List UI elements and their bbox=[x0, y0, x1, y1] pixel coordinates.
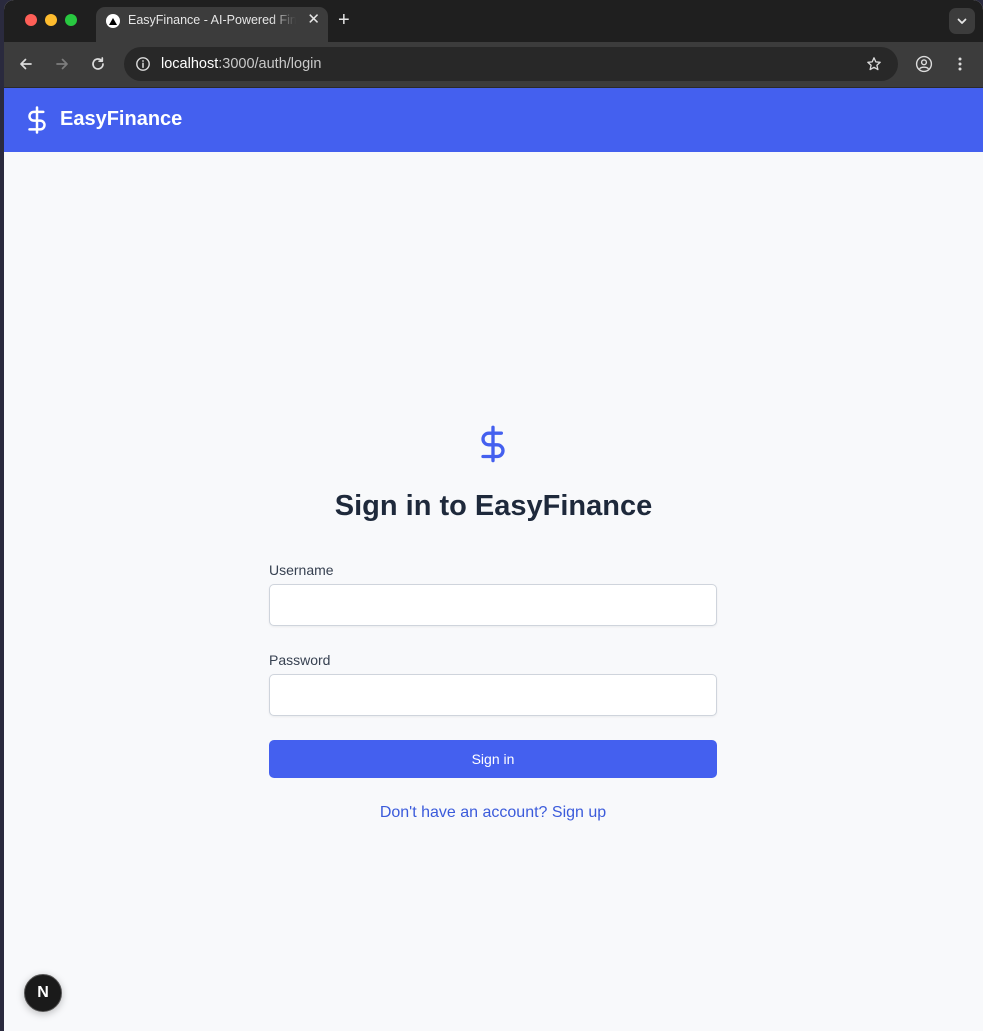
url-host: localhost bbox=[161, 56, 219, 72]
vercel-triangle-icon bbox=[106, 14, 120, 28]
reload-button[interactable] bbox=[86, 52, 110, 76]
sign-in-button[interactable]: Sign in bbox=[269, 740, 717, 778]
bookmark-star-icon[interactable] bbox=[864, 54, 884, 74]
new-tab-button[interactable]: + bbox=[338, 9, 350, 31]
address-bar[interactable]: localhost:3000/auth/login bbox=[124, 47, 898, 81]
arrow-right-icon bbox=[56, 58, 68, 70]
chevron-down-icon bbox=[957, 18, 967, 24]
profile-icon bbox=[915, 55, 933, 73]
tab-title: EasyFinance - AI-Powered Finance bbox=[128, 13, 296, 27]
password-label: Password bbox=[269, 652, 331, 668]
browser-menu-button[interactable] bbox=[948, 52, 972, 76]
forward-button[interactable] bbox=[50, 52, 74, 76]
url-path: :3000/auth/login bbox=[218, 56, 322, 72]
close-window-button[interactable] bbox=[25, 14, 37, 26]
reload-icon bbox=[92, 57, 104, 70]
url-text[interactable]: localhost:3000/auth/login bbox=[161, 56, 321, 72]
minimize-window-button[interactable] bbox=[45, 14, 57, 26]
nextjs-dev-indicator[interactable]: N bbox=[24, 974, 62, 1012]
dollar-sign-icon bbox=[28, 106, 46, 134]
tab-search-button[interactable] bbox=[949, 8, 975, 34]
back-button[interactable] bbox=[14, 52, 38, 76]
username-input[interactable] bbox=[269, 584, 717, 626]
kebab-menu-icon bbox=[958, 57, 962, 71]
browser-window: EasyFinance - AI-Powered Finance ✕ + loc… bbox=[4, 0, 983, 1031]
profile-button[interactable] bbox=[912, 52, 936, 76]
tab-close-icon[interactable]: ✕ bbox=[307, 11, 320, 29]
username-label: Username bbox=[269, 562, 334, 578]
page-title: Sign in to EasyFinance bbox=[334, 490, 653, 522]
sign-up-link[interactable]: Don't have an account? Sign up bbox=[269, 804, 717, 822]
password-input[interactable] bbox=[269, 674, 717, 716]
browser-toolbar: localhost:3000/auth/login bbox=[4, 42, 983, 88]
app-header: EasyFinance bbox=[4, 88, 983, 152]
arrow-left-icon bbox=[20, 58, 32, 70]
dollar-sign-icon bbox=[481, 425, 505, 463]
maximize-window-button[interactable] bbox=[65, 14, 77, 26]
tab-strip: EasyFinance - AI-Powered Finance ✕ + bbox=[4, 0, 983, 42]
app-name[interactable]: EasyFinance bbox=[60, 108, 182, 131]
site-info-icon[interactable] bbox=[132, 53, 154, 75]
browser-tab-active[interactable]: EasyFinance - AI-Powered Finance ✕ bbox=[96, 7, 328, 42]
